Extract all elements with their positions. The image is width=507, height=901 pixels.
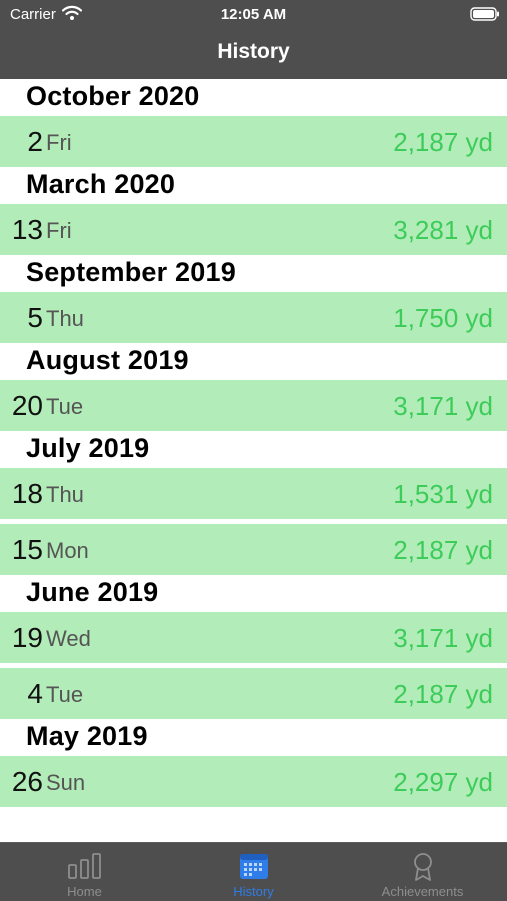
tab-achievements-label: Achievements [381, 884, 464, 899]
day-number: 18 [11, 478, 43, 509]
distance-value: 3,171 yd [393, 623, 493, 653]
status-bar: Carrier 12:05 AM [0, 0, 507, 28]
status-time: 12:05 AM [220, 6, 287, 23]
day-number: 15 [11, 534, 43, 565]
day-number: 20 [11, 390, 43, 421]
distance-value: 2,187 yd [393, 679, 493, 709]
weekday-label: Mon [46, 538, 89, 563]
tab-bar: Home History Achievements [0, 842, 507, 901]
weekday-label: Tue [46, 682, 84, 707]
weekday-label: Thu [46, 482, 84, 507]
distance-value: 1,531 yd [393, 479, 493, 509]
section-header: October 2020 [0, 79, 507, 116]
day-number: 2 [27, 126, 43, 157]
section-title: March 2020 [26, 169, 176, 199]
distance-value: 3,171 yd [393, 391, 493, 421]
navigation-header: Carrier 12:05 AM History [0, 0, 507, 79]
tab-achievements[interactable]: Achievements [338, 843, 507, 901]
tab-home-label: Home [67, 884, 102, 899]
weekday-label: Fri [46, 218, 72, 243]
weekday-label: Thu [46, 306, 84, 331]
history-list[interactable]: October 2020 2 Fri 2,187 yd March 2020 13 Fri 3… [0, 79, 507, 842]
section-title: May 2019 [26, 721, 148, 751]
page-title: History [217, 40, 290, 63]
day-number: 19 [11, 622, 43, 653]
section-header: May 2019 [0, 719, 507, 756]
day-number: 26 [11, 766, 43, 797]
history-row[interactable]: 15 Mon 2,187 yd [0, 524, 507, 575]
section-title: June 2019 [26, 577, 159, 607]
day-number: 13 [11, 214, 43, 245]
section-title: August 2019 [26, 345, 189, 375]
battery-icon [470, 7, 499, 21]
section-title: July 2019 [26, 433, 150, 463]
history-row[interactable]: 20 Tue 3,171 yd [0, 380, 507, 431]
history-row[interactable]: 4 Tue 2,187 yd [0, 668, 507, 719]
history-row[interactable]: 18 Thu 1,531 yd [0, 468, 507, 519]
history-row[interactable]: 5 Thu 1,750 yd [0, 292, 507, 343]
section-title: October 2020 [26, 81, 200, 111]
distance-value: 2,187 yd [393, 535, 493, 565]
tab-history[interactable]: History [169, 843, 338, 901]
tab-history-label: History [233, 884, 274, 899]
section-header: March 2020 [0, 167, 507, 204]
bar-chart-icon [68, 853, 101, 879]
history-row[interactable]: 19 Wed 3,171 yd [0, 612, 507, 663]
day-number: 4 [27, 678, 43, 709]
weekday-label: Wed [46, 626, 91, 651]
section-header: July 2019 [0, 431, 507, 468]
weekday-label: Fri [46, 130, 72, 155]
award-ribbon-icon [414, 853, 432, 881]
history-row[interactable]: 26 Sun 2,297 yd [0, 756, 507, 807]
calendar-icon [240, 854, 268, 879]
weekday-label: Tue [46, 394, 84, 419]
section-title: September 2019 [26, 257, 236, 287]
history-row[interactable]: 2 Fri 2,187 yd [0, 116, 507, 167]
tab-home[interactable]: Home [0, 843, 169, 901]
history-row[interactable]: 13 Fri 3,281 yd [0, 204, 507, 255]
day-number: 5 [27, 302, 43, 333]
distance-value: 1,750 yd [393, 303, 493, 333]
distance-value: 2,297 yd [393, 767, 493, 797]
section-header: June 2019 [0, 575, 507, 612]
section-header: August 2019 [0, 343, 507, 380]
weekday-label: Sun [46, 770, 86, 795]
distance-value: 2,187 yd [393, 127, 493, 157]
distance-value: 3,281 yd [393, 215, 493, 245]
section-header: September 2019 [0, 255, 507, 292]
